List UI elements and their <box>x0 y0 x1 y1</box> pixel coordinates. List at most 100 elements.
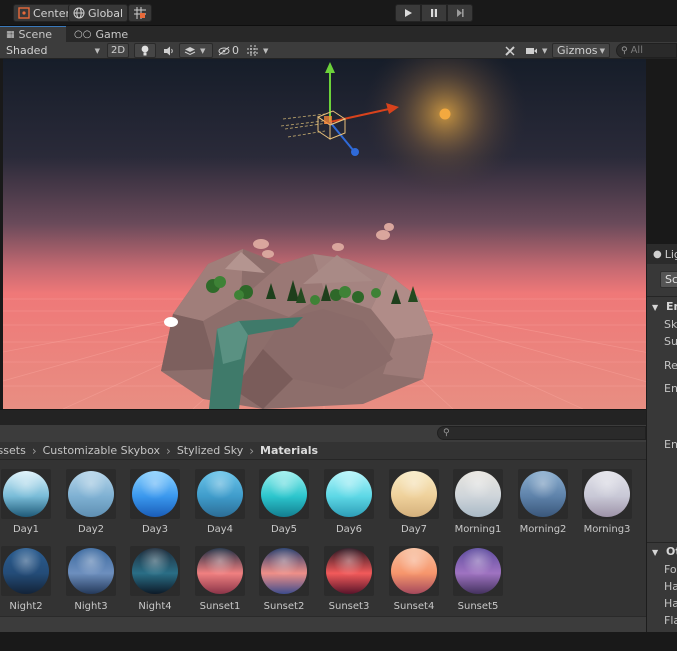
snap-grid-icon <box>134 7 146 19</box>
material-item[interactable]: Day5 <box>259 469 309 535</box>
other-settings-label: Other Settings <box>666 545 677 558</box>
breadcrumb-materials[interactable]: Materials <box>260 444 318 457</box>
scene-control-bar: Shaded ▼ 2D ▼ 0 ▼ ▼ Gizmos ▼ ⚲ All <box>0 42 677 59</box>
search-icon: ⚲ <box>443 428 450 438</box>
environment-section-header[interactable]: ▼ Environment <box>652 300 677 313</box>
material-preview-sphere <box>391 471 437 517</box>
material-label: Sunset5 <box>457 601 499 612</box>
material-label: Day3 <box>141 524 169 535</box>
breadcrumb-customizable-skybox[interactable]: Customizable Skybox <box>43 444 160 457</box>
pivot-rotation-label: Global <box>88 6 124 20</box>
material-item[interactable]: Day2 <box>66 469 116 535</box>
material-label: Morning3 <box>583 524 631 535</box>
eye-slash-icon <box>218 46 230 55</box>
chevron-down-icon: ▼ <box>542 46 548 55</box>
material-item[interactable]: Sunset1 <box>195 546 245 612</box>
chevron-right-icon: › <box>249 443 255 458</box>
material-preview-sphere <box>132 471 178 517</box>
hidden-objects-toggle[interactable]: 0 <box>215 43 243 58</box>
panel-divider <box>0 409 646 425</box>
material-preview-sphere <box>455 471 501 517</box>
material-item[interactable]: Morning3 <box>582 469 632 535</box>
lighting-toggle-button[interactable] <box>134 43 156 58</box>
gizmos-dropdown[interactable]: Gizmos ▼ <box>552 43 610 58</box>
material-preview-sphere <box>3 548 49 594</box>
other-settings-section-header[interactable]: ▼ Other Settings <box>652 545 677 558</box>
material-thumbnail <box>453 546 503 596</box>
breadcrumb-assets[interactable]: Assets <box>0 444 26 457</box>
material-thumbnail <box>259 469 309 519</box>
chevron-down-icon: ▼ <box>263 46 269 55</box>
material-preview-sphere <box>261 548 307 594</box>
material-preview-sphere <box>3 471 49 517</box>
pause-button[interactable] <box>421 4 447 22</box>
material-item[interactable]: Sunset5 <box>453 546 503 612</box>
tools-icon <box>505 45 515 56</box>
effects-dropdown[interactable]: ▼ <box>179 43 213 58</box>
pivot-icon <box>18 7 30 19</box>
material-item[interactable]: Night3 <box>66 546 116 612</box>
halo-strength-label: Halo Strength <box>664 597 677 610</box>
material-item[interactable]: Day6 <box>324 469 374 535</box>
material-item[interactable]: Morning2 <box>518 469 568 535</box>
pivot-mode-button[interactable]: Center <box>13 4 76 22</box>
audio-toggle-button[interactable] <box>158 43 178 58</box>
material-preview-sphere <box>520 471 566 517</box>
material-item[interactable]: Sunset3 <box>324 546 374 612</box>
pause-icon <box>431 9 437 17</box>
material-item[interactable]: Night4 <box>130 546 180 612</box>
environment-section-label: Environment <box>666 300 677 313</box>
material-item[interactable]: Day1 <box>1 469 51 535</box>
chevron-down-icon: ▼ <box>200 46 206 55</box>
material-preview-sphere <box>68 471 114 517</box>
material-label: Sunset2 <box>263 601 305 612</box>
tab-game[interactable]: ○○ Game <box>68 26 128 42</box>
tools-button[interactable] <box>500 43 520 58</box>
material-label: Morning2 <box>519 524 567 535</box>
pivot-rotation-button[interactable]: Global <box>68 4 129 22</box>
material-item[interactable]: Morning1 <box>453 469 503 535</box>
scene-search-input[interactable]: ⚲ All <box>616 43 677 58</box>
environment-lighting-label: Environment Lighting <box>664 382 677 395</box>
material-preview-sphere <box>584 471 630 517</box>
scene-viewport[interactable] <box>3 59 646 409</box>
tab-scene[interactable]: ▦ Scene <box>0 26 66 42</box>
material-thumbnail <box>582 469 632 519</box>
sun <box>439 108 451 120</box>
material-label: Sunset4 <box>393 601 435 612</box>
project-search-input[interactable]: ⚲ <box>437 426 646 440</box>
material-label: Day5 <box>270 524 298 535</box>
material-thumbnail <box>130 546 180 596</box>
material-item[interactable]: Day4 <box>195 469 245 535</box>
chevron-down-icon: ▼ <box>94 46 100 55</box>
material-item[interactable]: Night2 <box>1 546 51 612</box>
material-item[interactable]: Sunset4 <box>389 546 439 612</box>
play-button[interactable] <box>395 4 421 22</box>
triangle-down-icon: ▼ <box>652 548 659 557</box>
lightbulb-icon: ● <box>653 248 662 260</box>
breadcrumb-stylized-sky[interactable]: Stylized Sky <box>177 444 243 457</box>
material-preview-sphere <box>326 471 372 517</box>
2d-toggle-button[interactable]: 2D <box>107 43 129 58</box>
grid-visibility-dropdown[interactable]: ▼ <box>244 43 276 58</box>
snap-grid-button[interactable] <box>128 4 152 22</box>
material-item[interactable]: Day7 <box>389 469 439 535</box>
lighting-scene-tab[interactable]: Scene <box>660 271 677 288</box>
material-preview-sphere <box>68 548 114 594</box>
camera-dropdown[interactable]: ▼ <box>522 43 552 58</box>
scene-render <box>3 59 646 409</box>
draw-mode-dropdown[interactable]: Shaded ▼ <box>3 43 103 58</box>
search-icon: ⚲ <box>621 45 628 56</box>
step-button[interactable] <box>447 4 473 22</box>
white-cloud <box>164 317 178 327</box>
main-toolbar: Center Global <box>0 0 677 26</box>
lighting-tab[interactable]: ● Lighting <box>647 244 677 264</box>
material-label: Day4 <box>206 524 234 535</box>
material-thumbnail <box>518 469 568 519</box>
environment-reflections-label: Environment Reflections <box>664 438 677 451</box>
layers-icon <box>184 46 196 55</box>
material-label: Sunset3 <box>328 601 370 612</box>
material-label: Day7 <box>400 524 428 535</box>
material-item[interactable]: Sunset2 <box>259 546 309 612</box>
material-item[interactable]: Day3 <box>130 469 180 535</box>
